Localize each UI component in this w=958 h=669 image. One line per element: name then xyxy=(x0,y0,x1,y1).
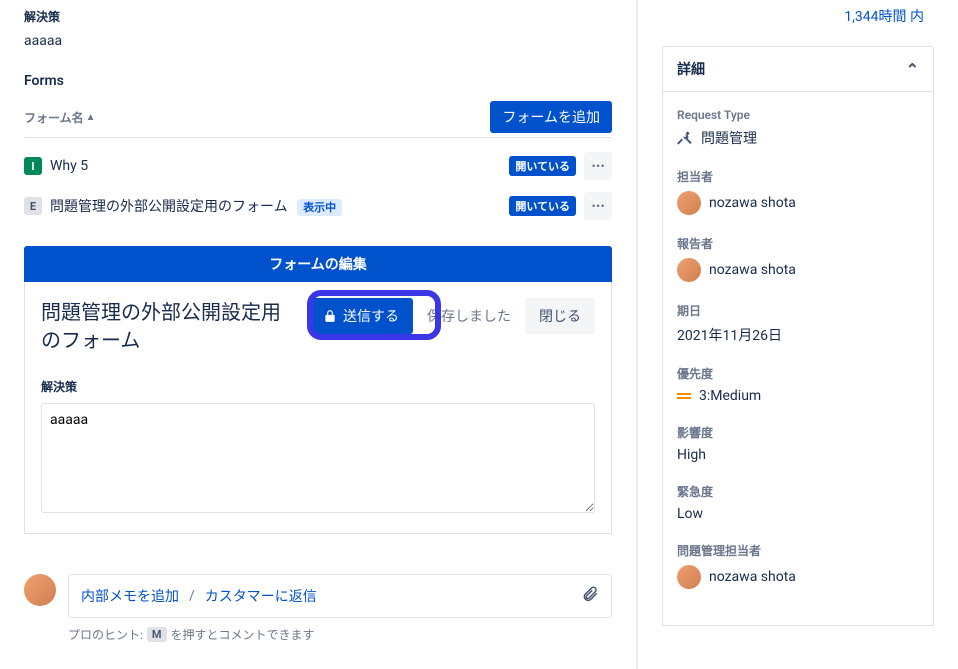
assignee-label: 担当者 xyxy=(677,168,919,185)
form-name: 問題管理の外部公開設定用のフォーム 表示中 xyxy=(50,196,501,216)
form-row[interactable]: I Why 5 開いている ⋯ xyxy=(24,146,612,186)
visibility-chip: 表示中 xyxy=(297,199,342,216)
request-type-text: 問題管理 xyxy=(701,128,757,148)
priority-label: 優先度 xyxy=(677,365,919,382)
more-icon: ⋯ xyxy=(591,158,604,174)
add-form-button[interactable]: フォームを追加 xyxy=(490,101,612,133)
reporter-name: nozawa shota xyxy=(709,262,796,278)
form-status-chip: 開いている xyxy=(509,196,576,216)
internal-note-tab[interactable]: 内部メモを追加 xyxy=(81,586,179,606)
resolution-value: aaaaa xyxy=(24,33,612,49)
forms-column-name[interactable]: フォーム名 ▲ xyxy=(24,109,96,126)
form-name-text: 問題管理の外部公開設定用のフォーム xyxy=(50,199,288,215)
priority-text: 3:Medium xyxy=(699,388,761,404)
sort-asc-icon: ▲ xyxy=(86,112,96,123)
submit-button[interactable]: 送信する xyxy=(309,298,413,334)
reporter-label: 報告者 xyxy=(677,235,919,252)
priority-medium-icon xyxy=(677,389,691,403)
due-date-value[interactable]: 2021年11月26日 xyxy=(677,325,919,345)
due-date-label: 期日 xyxy=(677,302,919,319)
pm-assignee-label: 問題管理担当者 xyxy=(677,542,919,559)
lock-icon xyxy=(323,309,337,323)
reporter-value[interactable]: nozawa shota xyxy=(677,258,919,282)
details-panel-body: Request Type 問題管理 担当者 nozawa shota 報告者 xyxy=(662,92,934,626)
priority-value[interactable]: 3:Medium xyxy=(677,388,919,404)
avatar xyxy=(677,258,701,282)
reply-customer-tab[interactable]: カスタマーに返信 xyxy=(205,586,317,606)
tab-separator: / xyxy=(189,588,195,604)
pm-assignee-name: nozawa shota xyxy=(709,569,796,585)
form-row[interactable]: E 問題管理の外部公開設定用のフォーム 表示中 開いている ⋯ xyxy=(24,186,612,226)
form-editor-bar: フォームの編集 xyxy=(24,246,612,282)
form-field-label: 解決策 xyxy=(41,378,595,395)
hint-suffix: を押すとコメントできます xyxy=(171,626,315,643)
sla-time-link[interactable]: 1,344時間 内 xyxy=(662,0,934,26)
impact-value[interactable]: High xyxy=(677,447,919,463)
forms-heading: Forms xyxy=(24,73,612,89)
external-badge-icon: E xyxy=(24,197,42,215)
submit-button-label: 送信する xyxy=(343,306,399,326)
request-type-label: Request Type xyxy=(677,108,919,122)
avatar xyxy=(677,565,701,589)
impact-label: 影響度 xyxy=(677,424,919,441)
form-editor-title: 問題管理の外部公開設定用のフォーム xyxy=(41,298,299,354)
urgency-value[interactable]: Low xyxy=(677,506,919,522)
key-m-badge: M xyxy=(147,627,167,642)
comment-hint: プロのヒント: M を押すとコメントできます xyxy=(68,626,612,643)
details-header-text: 詳細 xyxy=(677,59,705,79)
urgency-label: 緊急度 xyxy=(677,483,919,500)
request-type-value[interactable]: 問題管理 xyxy=(677,128,919,148)
avatar xyxy=(677,191,701,215)
details-panel-header[interactable]: 詳細 ⌃ xyxy=(662,46,934,92)
saved-status-text: 保存しました xyxy=(423,298,515,334)
tools-icon xyxy=(677,130,693,146)
form-editor-panel: 問題管理の外部公開設定用のフォーム 送信する 保存しました 閉じる 解決策 xyxy=(24,282,612,534)
more-actions-button[interactable]: ⋯ xyxy=(584,152,612,180)
hint-prefix: プロのヒント: xyxy=(68,626,143,643)
close-button[interactable]: 閉じる xyxy=(525,298,595,334)
avatar xyxy=(24,574,56,606)
pm-assignee-value[interactable]: nozawa shota xyxy=(677,565,919,589)
form-status-chip: 開いている xyxy=(509,156,576,176)
assignee-value[interactable]: nozawa shota xyxy=(677,191,919,215)
resolution-label: 解決策 xyxy=(24,8,612,25)
forms-column-name-text: フォーム名 xyxy=(24,109,84,126)
attachment-icon[interactable] xyxy=(581,585,599,607)
internal-badge-icon: I xyxy=(24,157,42,175)
form-name: Why 5 xyxy=(50,158,501,174)
more-icon: ⋯ xyxy=(591,198,604,214)
resolution-textarea[interactable] xyxy=(41,403,595,513)
chevron-up-icon: ⌃ xyxy=(906,60,919,79)
comment-input[interactable]: 内部メモを追加 / カスタマーに返信 xyxy=(68,574,612,618)
more-actions-button[interactable]: ⋯ xyxy=(584,192,612,220)
assignee-name: nozawa shota xyxy=(709,195,796,211)
